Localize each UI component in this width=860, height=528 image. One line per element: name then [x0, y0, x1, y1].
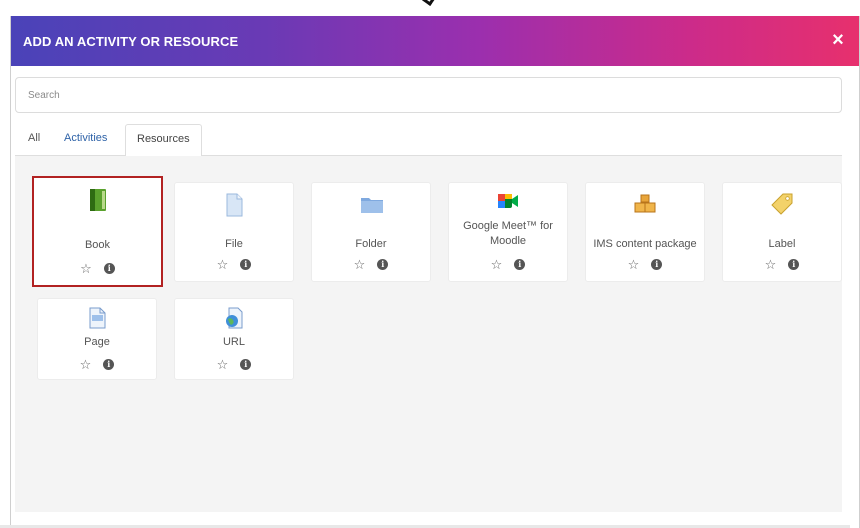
star-icon[interactable]: ☆	[765, 258, 777, 271]
folder-icon	[360, 193, 383, 215]
cropped-heading-fragment	[422, 0, 436, 6]
resource-label-folder: Folder	[355, 238, 387, 250]
tab-bar: All Activities Resources	[15, 124, 842, 157]
resource-card-folder[interactable]: Folder ☆ i	[311, 182, 431, 282]
star-icon[interactable]: ☆	[80, 262, 92, 275]
tab-resources[interactable]: Resources	[125, 124, 202, 157]
google-meet-icon	[497, 191, 519, 213]
resource-label-page: Page	[84, 336, 110, 348]
resource-grid: Book ☆ i File ☆ i Folder ☆ i Google Meet…	[15, 156, 842, 512]
modal-title: ADD AN ACTIVITY OR RESOURCE	[23, 33, 239, 49]
resource-label-label: Label	[768, 238, 796, 250]
resource-card-book[interactable]: Book ☆ i	[32, 176, 163, 287]
info-icon[interactable]: i	[651, 259, 663, 270]
resource-label-book: Book	[84, 239, 111, 251]
info-icon[interactable]: i	[377, 259, 389, 270]
resource-label-url: URL	[222, 336, 245, 348]
file-icon	[223, 193, 245, 217]
star-icon[interactable]: ☆	[628, 258, 640, 271]
resource-card-url[interactable]: URL ☆ i	[174, 298, 294, 380]
page-icon	[86, 307, 108, 329]
star-icon[interactable]: ☆	[80, 358, 92, 371]
star-icon[interactable]: ☆	[354, 258, 366, 271]
resource-card-page[interactable]: Page ☆ i	[37, 298, 157, 380]
star-icon[interactable]: ☆	[217, 358, 229, 371]
ims-package-icon	[634, 193, 656, 215]
info-icon[interactable]: i	[103, 359, 115, 370]
star-icon[interactable]: ☆	[217, 258, 229, 271]
search-input[interactable]	[28, 89, 841, 101]
label-tag-icon	[771, 193, 793, 215]
tab-all[interactable]: All	[28, 132, 40, 144]
info-icon[interactable]: i	[240, 359, 252, 370]
resource-card-google-meet[interactable]: Google Meet™ for Moodle ☆ i	[448, 182, 568, 282]
resource-label-file: File	[225, 238, 243, 250]
info-icon[interactable]: i	[240, 259, 252, 270]
close-button[interactable]: ×	[829, 30, 847, 50]
top-strip	[0, 0, 860, 12]
tab-activities[interactable]: Activities	[64, 132, 107, 144]
info-icon[interactable]: i	[103, 263, 115, 274]
resource-card-ims-package[interactable]: IMS content package ☆ i	[585, 182, 705, 282]
resource-label-ims-package: IMS content package	[593, 238, 697, 250]
resource-card-file[interactable]: File ☆ i	[174, 182, 294, 282]
book-icon	[87, 188, 109, 211]
resource-card-label[interactable]: Label ☆ i	[722, 182, 842, 282]
resource-label-google-meet: Google Meet™ for Moodle	[463, 220, 553, 247]
info-icon[interactable]: i	[514, 259, 526, 270]
search-field[interactable]	[15, 77, 842, 113]
url-globe-icon	[223, 307, 245, 329]
info-icon[interactable]: i	[788, 259, 800, 270]
star-icon[interactable]: ☆	[491, 258, 503, 271]
modal-header: ADD AN ACTIVITY OR RESOURCE ×	[11, 16, 859, 66]
